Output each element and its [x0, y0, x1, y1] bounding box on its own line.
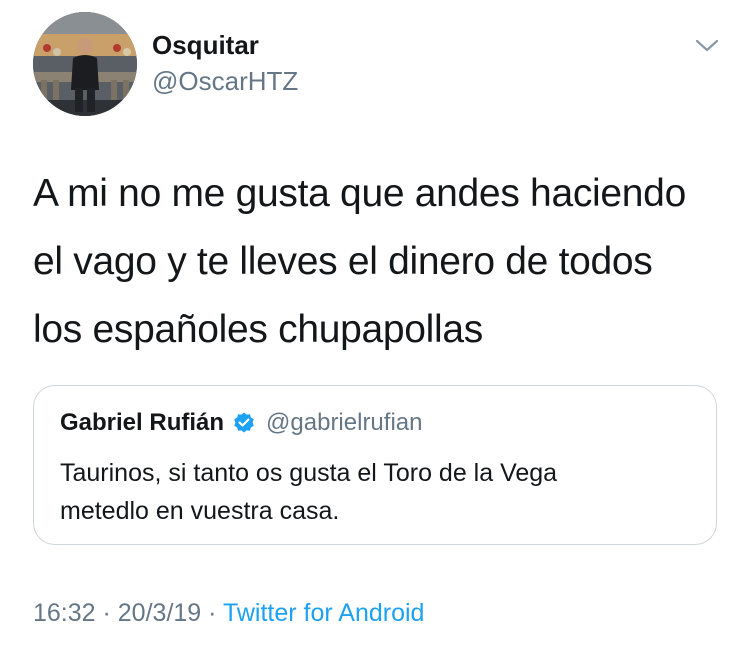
tweet-text-line: A mi no me gusta que andes haciendo — [33, 172, 686, 215]
tweet-time: 16:32 — [33, 599, 96, 627]
tweet-text-line: el vago y te lleves el dinero de todos — [33, 240, 653, 283]
quoted-author-name: Gabriel Rufián — [60, 409, 225, 436]
quoted-text-line: Taurinos, si tanto os gusta el Toro de l… — [60, 459, 558, 487]
quoted-text-line: metedlo en vuestra casa. — [60, 497, 340, 525]
avatar[interactable] — [33, 12, 137, 116]
tweet-card: Osquitar @OscarHTZ A mi no me gusta que … — [0, 0, 750, 645]
quoted-tweet-text: Taurinos, si tanto os gusta el Toro de l… — [60, 454, 700, 530]
tweet-text-line: los españoles chupapollas — [33, 308, 483, 351]
quoted-author-handle: @gabrielrufian — [266, 409, 423, 436]
tweet-source-link[interactable]: Twitter for Android — [223, 599, 424, 627]
verified-badge-icon — [232, 411, 256, 435]
profile-photo-icon — [33, 12, 137, 116]
tweet-date: 20/3/19 — [117, 599, 202, 627]
meta-separator: · — [95, 599, 118, 627]
tweet-metadata: 16:32 · 20/3/19 · Twitter for Android — [33, 597, 424, 629]
tweet-menu-button[interactable] — [690, 33, 724, 59]
chevron-down-icon — [695, 39, 719, 52]
author-handle[interactable]: @OscarHTZ — [152, 66, 298, 96]
meta-separator: · — [201, 599, 223, 627]
author-display-name[interactable]: Osquitar — [152, 30, 259, 60]
quoted-tweet-header: Gabriel Rufián @gabrielrufian — [60, 408, 422, 438]
tweet-text: A mi no me gusta que andes haciendo el v… — [33, 160, 733, 364]
quoted-tweet[interactable]: Gabriel Rufián @gabrielrufian Taurinos, … — [33, 385, 717, 545]
